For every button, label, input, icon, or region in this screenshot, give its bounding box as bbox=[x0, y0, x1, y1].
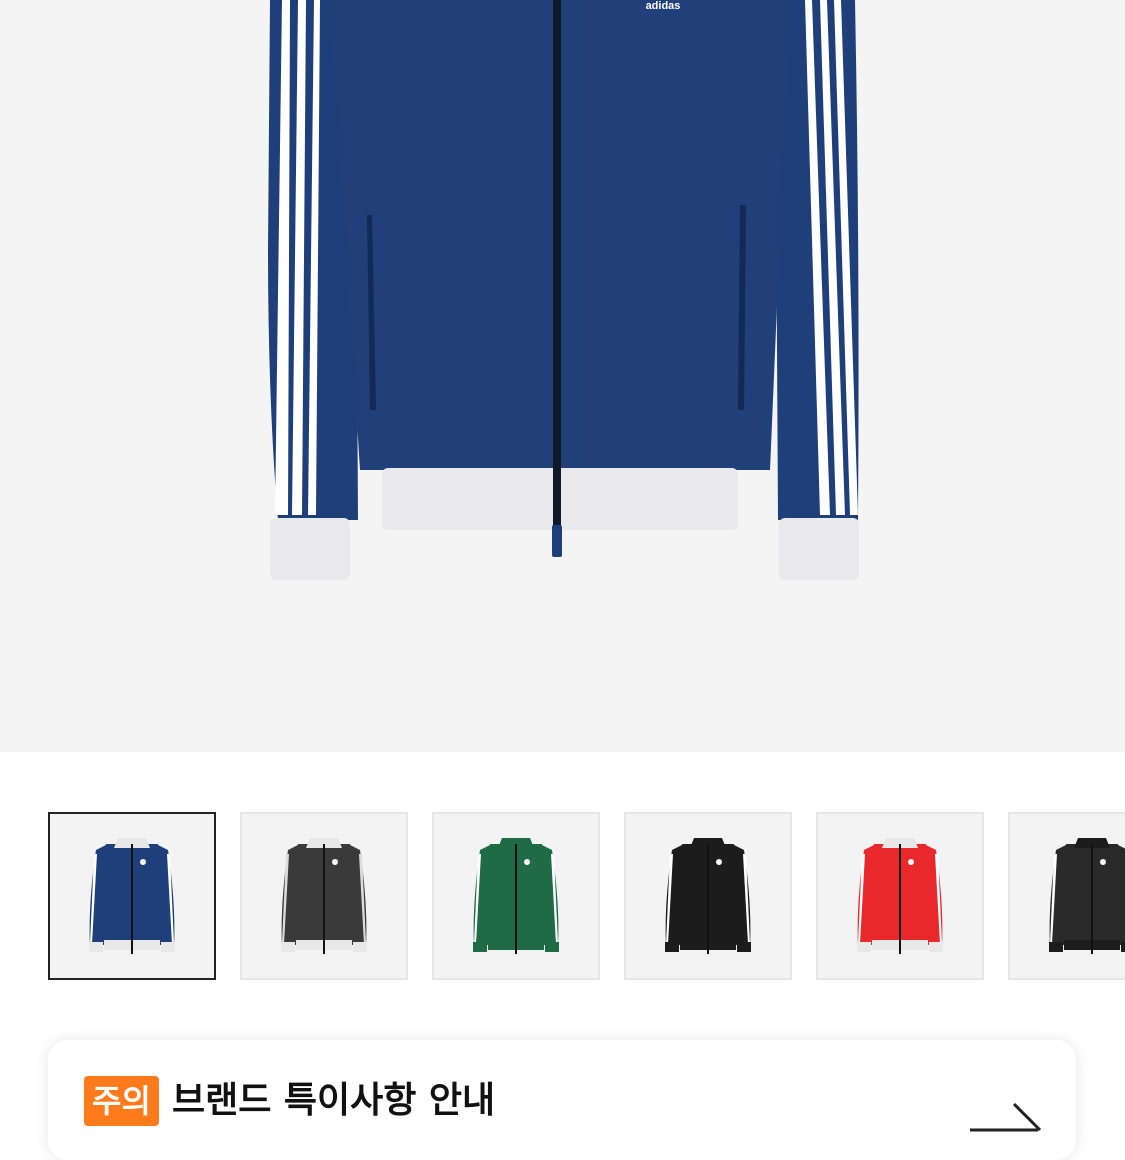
jacket-thumbnail-image bbox=[1049, 838, 1125, 954]
notice-title: 브랜드 특이사항 안내 bbox=[172, 1080, 496, 1121]
color-thumbnail[interactable] bbox=[48, 812, 216, 980]
color-thumbnail[interactable] bbox=[624, 812, 792, 980]
jacket-illustration: adidas bbox=[268, 0, 859, 580]
color-thumbnail[interactable] bbox=[432, 812, 600, 980]
arrow-right-icon[interactable] bbox=[968, 1092, 1048, 1132]
jacket-thumbnail-image bbox=[473, 838, 559, 954]
color-thumbnail[interactable] bbox=[1008, 812, 1125, 980]
jacket-logo-text: adidas bbox=[646, 0, 681, 12]
jacket-thumbnail-image bbox=[857, 838, 943, 954]
color-thumbnail-strip[interactable] bbox=[48, 812, 1125, 980]
warning-badge: 주의 bbox=[84, 1076, 159, 1126]
jacket-thumbnail-image bbox=[281, 838, 367, 954]
brand-notice-card[interactable]: 주의 브랜드 특이사항 안내 bbox=[48, 1040, 1076, 1160]
color-thumbnail[interactable] bbox=[816, 812, 984, 980]
product-hero-image[interactable]: adidas bbox=[0, 0, 1125, 752]
jacket-thumbnail-image bbox=[665, 838, 751, 954]
color-thumbnail[interactable] bbox=[240, 812, 408, 980]
jacket-thumbnail-image bbox=[89, 838, 175, 954]
